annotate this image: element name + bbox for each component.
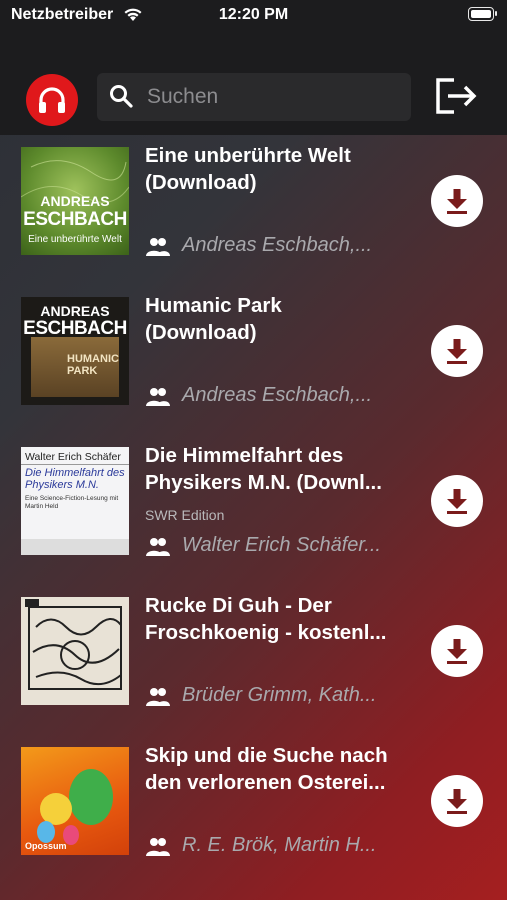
cover-image: Walter Erich Schäfer Die Himmelfahrt des… (21, 447, 129, 555)
cover-image: Opossum (21, 747, 129, 855)
people-icon (146, 838, 170, 856)
search-icon (110, 85, 133, 108)
download-icon (447, 639, 467, 664)
cover-text: Opossum (25, 841, 67, 851)
download-button[interactable] (431, 325, 483, 377)
list-item[interactable]: Rucke Di Guh - Der Froschkoenig - kosten… (0, 585, 507, 735)
cover-text: ANDREAS (40, 193, 110, 209)
app-logo-button[interactable] (26, 74, 78, 126)
battery-icon (468, 7, 497, 21)
author-row: Brüder Grimm, Kath... (145, 682, 415, 712)
app-header (0, 32, 507, 135)
author-name: Walter Erich Schäfer... (182, 534, 381, 556)
cover-text: ESCHBACH (23, 318, 127, 339)
cover-text: Die Himmelfahrt des Physikers M.N. (25, 467, 125, 491)
author-name: Brüder Grimm, Kath... (182, 684, 377, 706)
download-icon (447, 339, 467, 364)
item-subtitle: SWR Edition (145, 507, 225, 523)
download-icon (447, 789, 467, 814)
cover-text: ESCHBACH (23, 209, 127, 230)
author-name: Andreas Eschbach,... (182, 384, 373, 406)
cover-image: ANDREAS ESCHBACH HUMANIC PARK (21, 297, 129, 405)
status-bar: Netzbetreiber 12:20 PM (0, 0, 507, 32)
people-icon (146, 688, 170, 706)
author-name: R. E. Brök, Martin H... (182, 834, 377, 856)
item-title: Die Himmelfahrt des Physikers M.N. (Down… (145, 444, 382, 494)
author-row: Walter Erich Schäfer... (145, 532, 415, 562)
people-icon (146, 538, 170, 556)
item-title: Eine unberührte Welt (Download) (145, 144, 351, 194)
author-row: Andreas Eschbach,... (145, 382, 415, 412)
item-title: Skip und die Suche nach den verlorenen O… (145, 744, 388, 794)
list-item[interactable]: ANDREAS ESCHBACH HUMANIC PARK Humanic Pa… (0, 285, 507, 435)
list-item[interactable]: ANDREAS ESCHBACH Eine unberührte Welt Ei… (0, 135, 507, 285)
people-icon (146, 238, 170, 256)
download-button[interactable] (431, 175, 483, 227)
cover-text: Eine Science-Fiction-Lesung mit Martin H… (25, 495, 119, 510)
list-item[interactable]: Opossum Skip und die Suche nach den verl… (0, 735, 507, 885)
download-button[interactable] (431, 475, 483, 527)
logout-icon[interactable] (434, 76, 478, 116)
download-button[interactable] (431, 775, 483, 827)
download-button[interactable] (431, 625, 483, 677)
author-row: Andreas Eschbach,... (145, 232, 415, 262)
author-row: R. E. Brök, Martin H... (145, 832, 415, 862)
cover-text: Eine unberührte Welt (28, 234, 122, 245)
clock: 12:20 PM (218, 6, 289, 23)
author-name: Andreas Eschbach,... (182, 234, 373, 256)
search-input[interactable] (147, 73, 397, 121)
item-title: Humanic Park (Download) (145, 294, 282, 344)
item-title: Rucke Di Guh - Der Froschkoenig - kosten… (145, 594, 387, 644)
cover-text: HUMANIC PARK (67, 353, 119, 377)
cover-image (21, 597, 129, 705)
cover-image: ANDREAS ESCHBACH Eine unberührte Welt (21, 147, 129, 255)
headphones-icon (39, 87, 65, 113)
people-icon (146, 388, 170, 406)
download-icon (447, 189, 467, 214)
cover-text: Walter Erich Schäfer (25, 451, 121, 463)
download-icon (447, 489, 467, 514)
search-bar[interactable] (97, 73, 411, 121)
cover-text: ANDREAS (40, 303, 110, 319)
list-item[interactable]: Walter Erich Schäfer Die Himmelfahrt des… (0, 435, 507, 585)
